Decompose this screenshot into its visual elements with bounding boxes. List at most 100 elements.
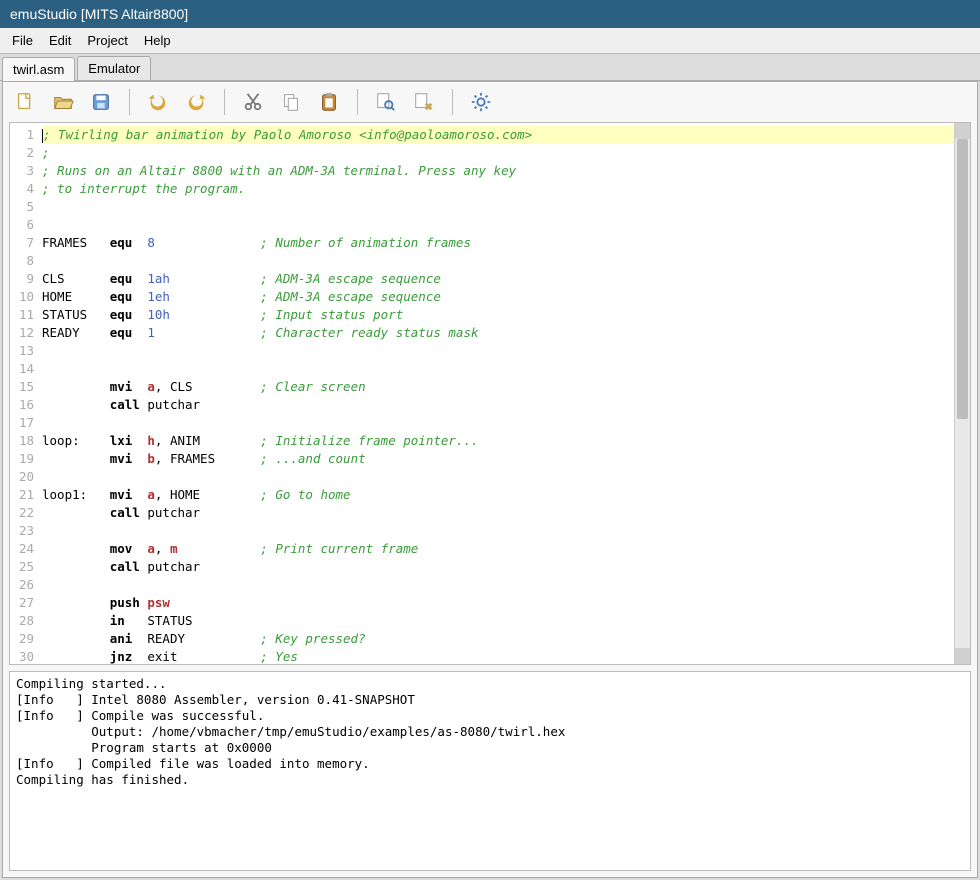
menu-project[interactable]: Project bbox=[81, 31, 133, 50]
menu-edit[interactable]: Edit bbox=[43, 31, 77, 50]
line-number: 20 bbox=[10, 468, 34, 486]
redo-icon bbox=[185, 91, 207, 113]
scroll-up-icon[interactable] bbox=[955, 123, 970, 139]
line-number: 30 bbox=[10, 648, 34, 666]
code-line[interactable]: push psw bbox=[42, 594, 954, 612]
code-line[interactable]: in STATUS bbox=[42, 612, 954, 630]
code-line[interactable]: mvi a, CLS ; Clear screen bbox=[42, 378, 954, 396]
line-number: 25 bbox=[10, 558, 34, 576]
line-number: 10 bbox=[10, 288, 34, 306]
code-line[interactable]: HOME equ 1eh ; ADM-3A escape sequence bbox=[42, 288, 954, 306]
copy-icon bbox=[280, 91, 302, 113]
new-file-button[interactable] bbox=[11, 88, 39, 116]
code-area[interactable]: ; Twirling bar animation by Paolo Amoros… bbox=[38, 123, 954, 664]
line-number: 23 bbox=[10, 522, 34, 540]
line-number: 3 bbox=[10, 162, 34, 180]
code-line[interactable] bbox=[42, 468, 954, 486]
line-number: 22 bbox=[10, 504, 34, 522]
code-line[interactable]: call putchar bbox=[42, 504, 954, 522]
settings-icon bbox=[470, 91, 492, 113]
code-line[interactable]: STATUS equ 10h ; Input status port bbox=[42, 306, 954, 324]
line-number: 28 bbox=[10, 612, 34, 630]
paste-button[interactable] bbox=[315, 88, 343, 116]
find-icon bbox=[375, 91, 397, 113]
toolbar-separator bbox=[129, 89, 130, 115]
cut-icon bbox=[242, 91, 264, 113]
line-number: 24 bbox=[10, 540, 34, 558]
code-line[interactable] bbox=[42, 216, 954, 234]
menu-help[interactable]: Help bbox=[138, 31, 177, 50]
menu-file[interactable]: File bbox=[6, 31, 39, 50]
code-line[interactable]: call putchar bbox=[42, 396, 954, 414]
code-editor[interactable]: 1234567891011121314151617181920212223242… bbox=[9, 122, 971, 665]
line-number: 15 bbox=[10, 378, 34, 396]
code-line[interactable]: ani READY ; Key pressed? bbox=[42, 630, 954, 648]
tab-source[interactable]: twirl.asm bbox=[2, 57, 75, 81]
undo-button[interactable] bbox=[144, 88, 172, 116]
code-line[interactable] bbox=[42, 414, 954, 432]
line-number: 5 bbox=[10, 198, 34, 216]
code-line[interactable] bbox=[42, 252, 954, 270]
code-line[interactable]: ; Runs on an Altair 8800 with an ADM-3A … bbox=[42, 162, 954, 180]
code-line[interactable]: ; bbox=[42, 144, 954, 162]
code-line[interactable]: loop: lxi h, ANIM ; Initialize frame poi… bbox=[42, 432, 954, 450]
code-line[interactable]: loop1: mvi a, HOME ; Go to home bbox=[42, 486, 954, 504]
code-line[interactable]: mvi b, FRAMES ; ...and count bbox=[42, 450, 954, 468]
save-icon bbox=[90, 91, 112, 113]
code-line[interactable]: jnz exit ; Yes bbox=[42, 648, 954, 664]
paste-icon bbox=[318, 91, 340, 113]
new-file-icon bbox=[14, 91, 36, 113]
code-line[interactable] bbox=[42, 360, 954, 378]
line-number: 1 bbox=[10, 126, 34, 144]
line-number: 29 bbox=[10, 630, 34, 648]
line-number: 9 bbox=[10, 270, 34, 288]
scroll-down-icon[interactable] bbox=[955, 648, 970, 664]
splitter: 1234567891011121314151617181920212223242… bbox=[3, 122, 977, 877]
copy-button[interactable] bbox=[277, 88, 305, 116]
code-line[interactable] bbox=[42, 198, 954, 216]
line-number: 2 bbox=[10, 144, 34, 162]
line-number: 17 bbox=[10, 414, 34, 432]
line-number: 19 bbox=[10, 450, 34, 468]
line-number: 12 bbox=[10, 324, 34, 342]
code-line[interactable]: ; to interrupt the program. bbox=[42, 180, 954, 198]
undo-icon bbox=[147, 91, 169, 113]
settings-button[interactable] bbox=[467, 88, 495, 116]
save-button[interactable] bbox=[87, 88, 115, 116]
scroll-track[interactable] bbox=[955, 139, 970, 648]
code-line[interactable]: READY equ 1 ; Character ready status mas… bbox=[42, 324, 954, 342]
tab-emulator[interactable]: Emulator bbox=[77, 56, 151, 80]
line-number: 18 bbox=[10, 432, 34, 450]
toolbar-separator bbox=[224, 89, 225, 115]
replace-button[interactable] bbox=[410, 88, 438, 116]
open-button[interactable] bbox=[49, 88, 77, 116]
line-number: 21 bbox=[10, 486, 34, 504]
line-number: 8 bbox=[10, 252, 34, 270]
app-window: emuStudio [MITS Altair8800] File Edit Pr… bbox=[0, 0, 980, 880]
code-line[interactable]: ; Twirling bar animation by Paolo Amoros… bbox=[42, 126, 954, 144]
content-area: 1234567891011121314151617181920212223242… bbox=[2, 81, 978, 878]
code-line[interactable] bbox=[42, 522, 954, 540]
line-number: 11 bbox=[10, 306, 34, 324]
code-line[interactable] bbox=[42, 576, 954, 594]
find-button[interactable] bbox=[372, 88, 400, 116]
menubar: File Edit Project Help bbox=[0, 28, 980, 54]
line-number: 14 bbox=[10, 360, 34, 378]
line-number: 4 bbox=[10, 180, 34, 198]
line-number: 26 bbox=[10, 576, 34, 594]
toolbar-separator bbox=[357, 89, 358, 115]
vertical-scrollbar[interactable] bbox=[954, 123, 970, 664]
scroll-thumb[interactable] bbox=[957, 139, 968, 419]
code-line[interactable]: FRAMES equ 8 ; Number of animation frame… bbox=[42, 234, 954, 252]
code-line[interactable]: mov a, m ; Print current frame bbox=[42, 540, 954, 558]
cut-button[interactable] bbox=[239, 88, 267, 116]
redo-button[interactable] bbox=[182, 88, 210, 116]
window-title: emuStudio [MITS Altair8800] bbox=[0, 0, 980, 28]
compiler-output[interactable]: Compiling started... [Info ] Intel 8080 … bbox=[9, 671, 971, 871]
code-line[interactable]: CLS equ 1ah ; ADM-3A escape sequence bbox=[42, 270, 954, 288]
code-line[interactable]: call putchar bbox=[42, 558, 954, 576]
line-number: 6 bbox=[10, 216, 34, 234]
line-gutter: 1234567891011121314151617181920212223242… bbox=[10, 123, 38, 664]
line-number: 16 bbox=[10, 396, 34, 414]
code-line[interactable] bbox=[42, 342, 954, 360]
